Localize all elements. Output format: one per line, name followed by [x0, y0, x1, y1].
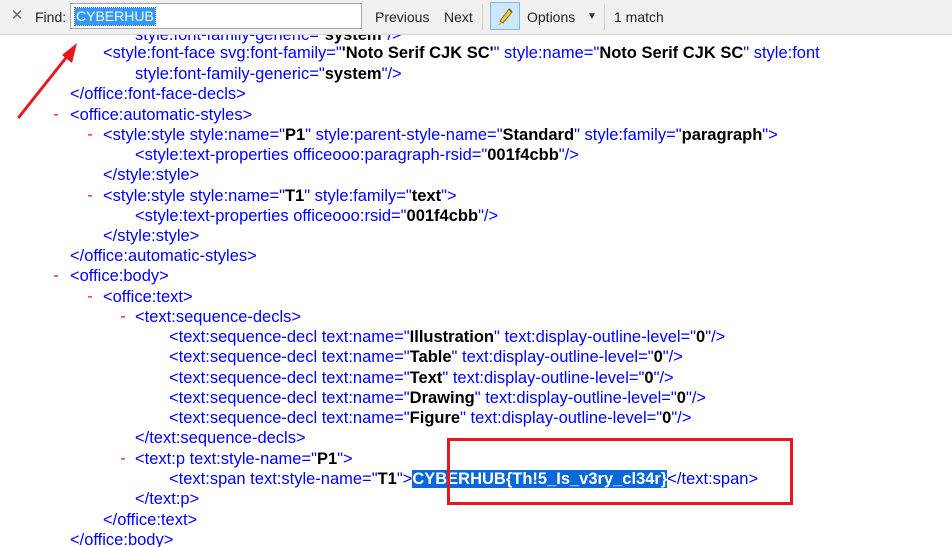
annotation-arrow-icon: [17, 43, 77, 119]
